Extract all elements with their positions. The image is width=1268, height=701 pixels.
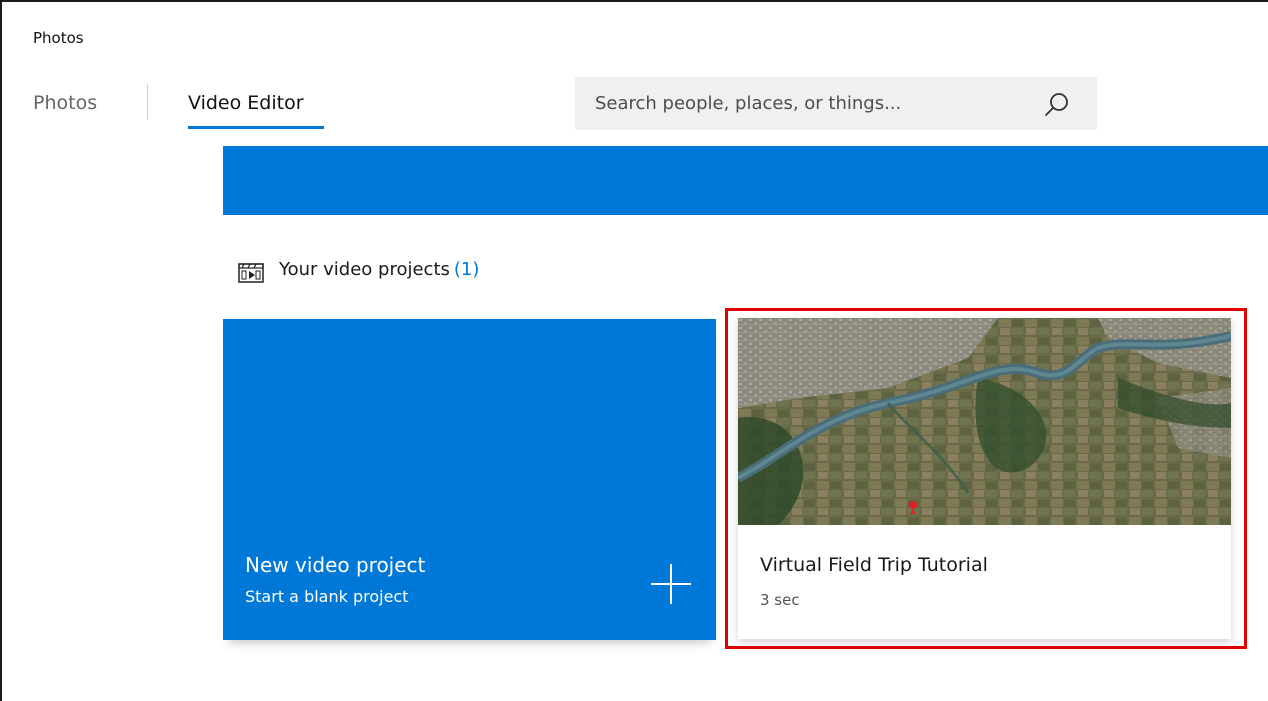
video-project-icon [238, 263, 264, 283]
new-video-project-button[interactable]: New video project Start a blank project [223, 319, 716, 640]
tab-selected-indicator [188, 126, 324, 129]
project-card[interactable]: Virtual Field Trip Tutorial 3 sec [738, 318, 1231, 639]
section-title: Your video projects (1) [279, 259, 479, 280]
new-project-title: New video project [245, 553, 426, 577]
app-window: Photos Photos Video Editor Your video pr… [0, 0, 1268, 701]
plus-icon [651, 564, 691, 604]
search-box[interactable] [575, 77, 1097, 130]
new-project-subtitle: Start a blank project [245, 587, 409, 606]
app-title: Photos [33, 29, 84, 47]
tab-video-editor[interactable]: Video Editor [188, 92, 304, 114]
banner [223, 146, 1268, 215]
tab-photos[interactable]: Photos [33, 92, 97, 114]
project-count: (1) [453, 259, 480, 280]
section-title-text: Your video projects [279, 259, 450, 280]
search-input[interactable] [595, 77, 1035, 130]
project-duration: 3 sec [760, 591, 800, 609]
project-title: Virtual Field Trip Tutorial [760, 554, 988, 576]
tab-divider [147, 84, 148, 120]
search-icon[interactable] [1041, 90, 1071, 120]
project-thumbnail [738, 318, 1231, 525]
